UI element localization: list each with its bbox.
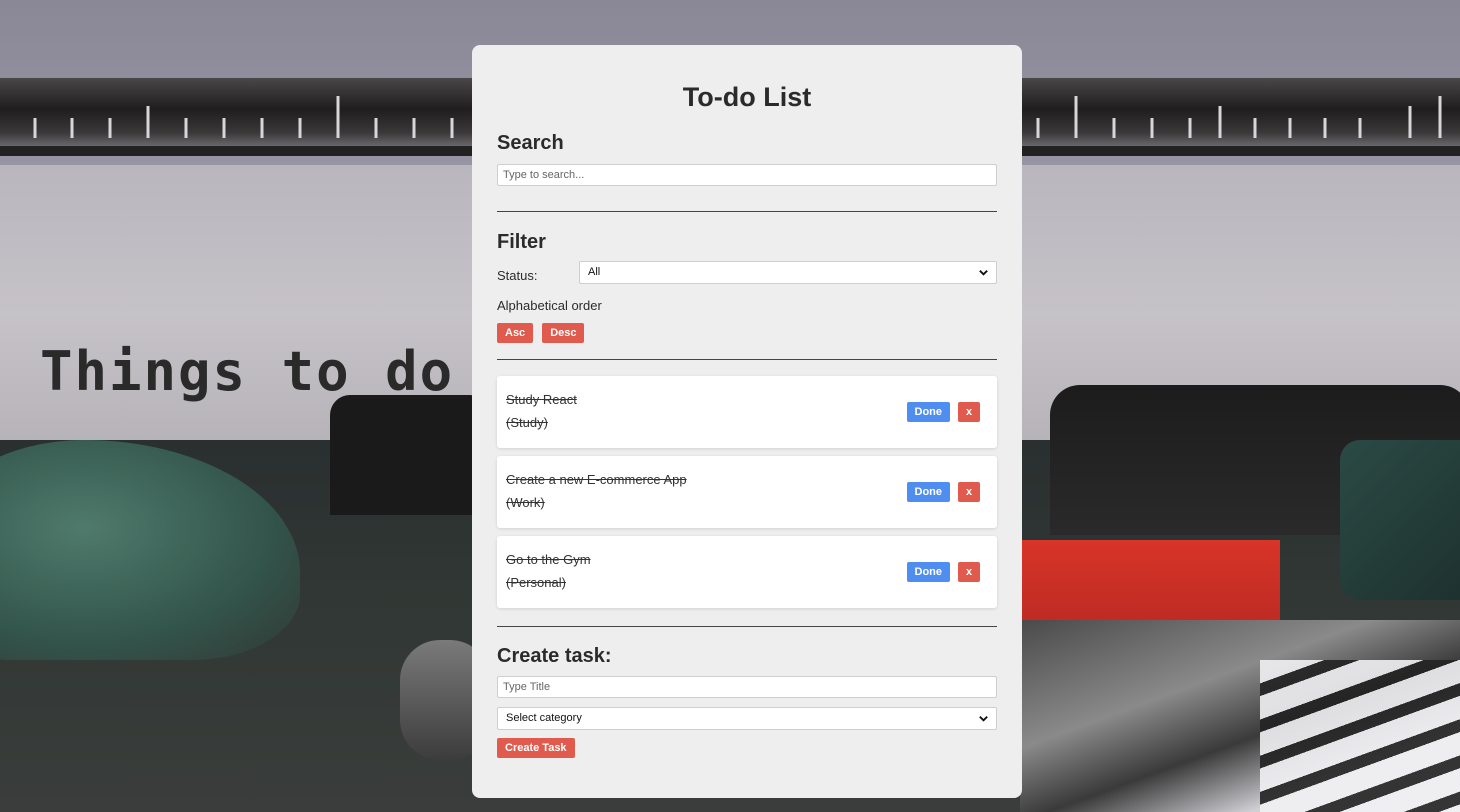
background-typed-text: Things to do [40, 340, 455, 403]
divider [497, 626, 997, 627]
status-select[interactable]: All [579, 261, 997, 284]
delete-button[interactable]: x [958, 562, 980, 582]
task-item: Go to the Gym (Personal) Done x [497, 536, 997, 608]
sort-buttons: Asc Desc [497, 323, 997, 343]
status-label: Status: [497, 268, 538, 283]
task-list: Study React (Study) Done x Create a new … [497, 376, 997, 608]
chevron-down-icon [979, 716, 988, 722]
task-title-input[interactable] [497, 676, 997, 698]
divider [497, 211, 997, 212]
category-select-value: Select category [506, 712, 582, 724]
filter-heading: Filter [497, 231, 546, 253]
divider [497, 359, 997, 360]
done-button[interactable]: Done [906, 482, 950, 502]
delete-button[interactable]: x [958, 482, 980, 502]
status-filter-row: Status: All [497, 261, 997, 289]
delete-button[interactable]: x [958, 402, 980, 422]
todo-card: To-do List Search Filter Status: All Alp… [472, 45, 1022, 798]
chevron-down-icon [979, 270, 988, 276]
sort-asc-button[interactable]: Asc [497, 323, 534, 343]
search-heading: Search [497, 132, 564, 154]
search-input[interactable] [497, 164, 997, 186]
category-select[interactable]: Select category [497, 707, 997, 730]
done-button[interactable]: Done [906, 402, 950, 422]
sort-desc-button[interactable]: Desc [542, 323, 585, 343]
create-task-heading: Create task: [497, 645, 612, 667]
done-button[interactable]: Done [906, 562, 950, 582]
task-item: Study React (Study) Done x [497, 376, 997, 448]
page-title: To-do List [682, 82, 812, 112]
status-select-value: All [588, 266, 601, 278]
task-item: Create a new E-commerce App (Work) Done … [497, 456, 997, 528]
alphabetical-order-label: Alphabetical order [497, 298, 602, 313]
create-task-button[interactable]: Create Task [497, 738, 575, 758]
